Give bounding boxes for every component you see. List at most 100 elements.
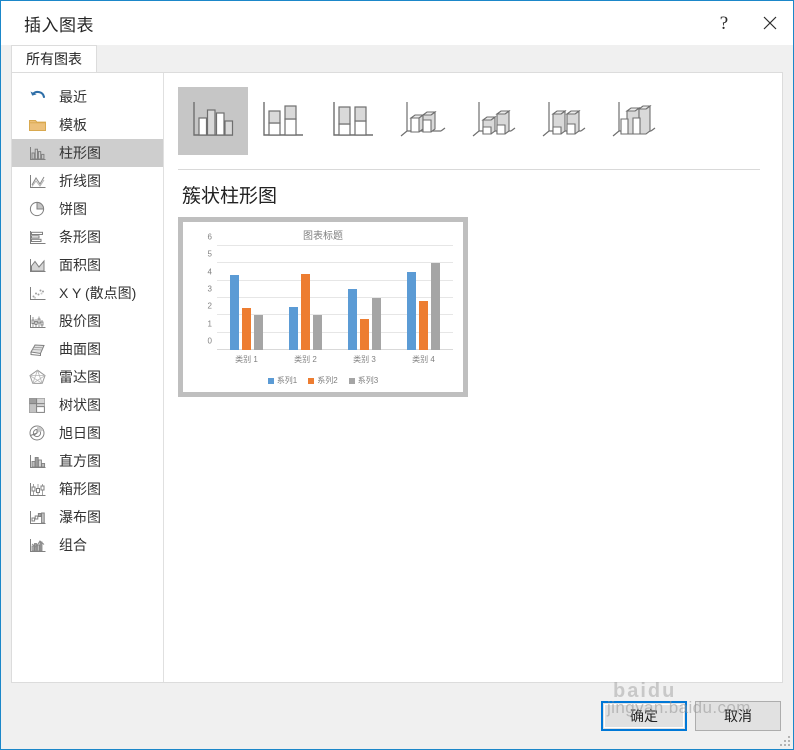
sidebar-item-column-chart[interactable]: 柱形图 — [12, 139, 163, 167]
clustered-column-icon — [193, 102, 234, 136]
chart-legend-label: 系列1 — [276, 376, 298, 385]
sunburst-chart-icon — [26, 423, 48, 443]
3d-100-stacked-column-icon — [542, 102, 586, 137]
chart-legend-item: 系列3 — [348, 375, 379, 386]
chart-bar — [419, 301, 428, 350]
folder-template-icon — [26, 115, 48, 135]
scatter-chart-icon — [26, 283, 48, 303]
thumbnail-100-stacked-column[interactable] — [318, 87, 388, 155]
3d-stacked-column-icon — [472, 102, 516, 137]
chart-legend-label: 系列2 — [317, 376, 338, 385]
treemap-chart-icon — [26, 395, 48, 415]
sidebar-item-line-chart[interactable]: 折线图 — [12, 167, 163, 195]
cancel-button[interactable]: 取消 — [695, 701, 781, 731]
chart-y-tick-label: 2 — [207, 301, 212, 311]
chart-y-tick-label: 6 — [207, 232, 212, 242]
chart-bar-group: 类别 2 — [276, 246, 335, 364]
stock-chart-icon — [26, 311, 48, 331]
sidebar-item-stock-chart[interactable]: 股价图 — [12, 307, 163, 335]
sidebar-item-surface-chart[interactable]: 曲面图 — [12, 335, 163, 363]
chart-legend-item: 系列2 — [308, 375, 338, 386]
chart-category-label: 类别 3 — [353, 355, 376, 364]
sidebar-item-label: 面积图 — [59, 257, 101, 273]
sidebar-item-label: 旭日图 — [59, 425, 101, 441]
chart-bar — [407, 272, 416, 350]
title-bar: 插入图表 ? — [1, 1, 793, 45]
chart-type-pane: 簇状柱形图 图表标题 0123456 类别 1 类别 2 类别 3 类别 4 系列1 系… — [164, 73, 782, 682]
ok-button[interactable]: 确定 — [601, 701, 687, 731]
chart-y-tick-label: 3 — [207, 284, 212, 294]
chart-bar — [431, 263, 440, 350]
thumbnail-3d-100-stacked-column[interactable] — [528, 87, 598, 155]
histogram-chart-icon — [26, 451, 48, 471]
sidebar-item-combo-chart[interactable]: 组合 — [12, 531, 163, 559]
sidebar-item-label: 折线图 — [59, 173, 101, 189]
chart-category-label: 类别 4 — [412, 355, 435, 364]
sidebar-item-radar-chart[interactable]: 雷达图 — [12, 363, 163, 391]
sidebar-item-pie-chart[interactable]: 饼图 — [12, 195, 163, 223]
tab-all-charts[interactable]: 所有图表 — [11, 45, 97, 72]
sidebar-item-recent[interactable]: 最近 — [12, 83, 163, 111]
chart-bar — [289, 306, 298, 350]
ok-button-label: 确定 — [630, 708, 658, 724]
chart-category-sidebar: 最近 模板 柱形图 折线图 饼图 条形图 面积图 X Y (散点图) 股价图 曲… — [12, 73, 164, 682]
column-chart-icon — [26, 143, 48, 163]
help-button[interactable]: ? — [701, 1, 747, 45]
surface-chart-icon — [26, 339, 48, 359]
boxplot-chart-icon — [26, 479, 48, 499]
sidebar-item-boxplot-chart[interactable]: 箱形图 — [12, 475, 163, 503]
thumbnail-clustered-column[interactable] — [178, 87, 248, 155]
chart-plot-area: 0 1 2 3 4 5 6 类别 1 类别 2 类别 3 类别 4 — [208, 233, 453, 364]
recent-undo-icon — [26, 87, 48, 107]
resize-grip[interactable] — [778, 734, 790, 746]
sidebar-item-label: 柱形图 — [59, 145, 101, 161]
thumbnail-stacked-column[interactable] — [248, 87, 318, 155]
chart-title: 图表标题 — [303, 231, 343, 242]
chart-bar-group: 类别 1 — [217, 246, 276, 364]
thumbnail-3d-stacked-column[interactable] — [458, 87, 528, 155]
sidebar-item-scatter-chart[interactable]: X Y (散点图) — [12, 279, 163, 307]
chart-bar — [242, 308, 251, 350]
chart-preview-frame[interactable]: 图表标题 0 1 2 3 4 5 6 类别 1 类别 2 类别 3 类别 4 系列1 系列2 系列3 — [178, 217, 468, 397]
thumbnail-3d-column[interactable] — [598, 87, 668, 155]
sidebar-item-label: X Y (散点图) — [59, 285, 137, 301]
3d-clustered-column-icon — [400, 102, 446, 137]
chart-legend-swatch — [308, 377, 315, 384]
sidebar-item-histogram-chart[interactable]: 直方图 — [12, 447, 163, 475]
chart-subtype-thumbnails — [178, 87, 760, 155]
chart-bar — [348, 289, 357, 350]
chart-bar — [372, 298, 381, 350]
tab-strip: 所有图表 — [1, 45, 793, 72]
sidebar-item-label: 模板 — [59, 117, 87, 133]
page-title: 插入图表 — [24, 15, 94, 35]
chart-legend-swatch — [267, 377, 274, 384]
sidebar-item-templates[interactable]: 模板 — [12, 111, 163, 139]
sidebar-item-label: 曲面图 — [59, 341, 101, 357]
cancel-button-label: 取消 — [724, 708, 752, 724]
chart-y-tick-label: 0 — [207, 336, 212, 346]
chart-legend-label: 系列3 — [357, 376, 379, 385]
sidebar-item-waterfall-chart[interactable]: 瀑布图 — [12, 503, 163, 531]
chart-category-label: 类别 2 — [294, 355, 317, 364]
sidebar-item-sunburst-chart[interactable]: 旭日图 — [12, 419, 163, 447]
bar-chart-icon — [26, 227, 48, 247]
sidebar-item-label: 最近 — [59, 89, 87, 105]
chart-bar — [360, 318, 369, 350]
close-button[interactable] — [747, 1, 793, 45]
100-stacked-column-icon — [333, 102, 373, 136]
chart-bar — [230, 275, 239, 350]
close-icon — [763, 16, 777, 30]
sidebar-item-label: 组合 — [59, 537, 87, 553]
sidebar-item-label: 饼图 — [59, 201, 87, 217]
thumbnail-3d-clustered-column[interactable] — [388, 87, 458, 155]
area-chart-icon — [26, 255, 48, 275]
radar-chart-icon — [26, 367, 48, 387]
chart-bar-group: 类别 3 — [335, 246, 394, 364]
sidebar-item-treemap-chart[interactable]: 树状图 — [12, 391, 163, 419]
help-question-icon: ? — [719, 12, 729, 34]
sidebar-item-area-chart[interactable]: 面积图 — [12, 251, 163, 279]
combo-chart-icon — [26, 535, 48, 555]
sidebar-item-bar-chart[interactable]: 条形图 — [12, 223, 163, 251]
insert-chart-dialog: 插入图表 ? 所有图表 最近 模板 柱形图 折线图 饼图 条形图 面积图 X Y… — [0, 0, 794, 750]
chart-bar-groups: 类别 1 类别 2 类别 3 类别 4 — [217, 246, 453, 364]
